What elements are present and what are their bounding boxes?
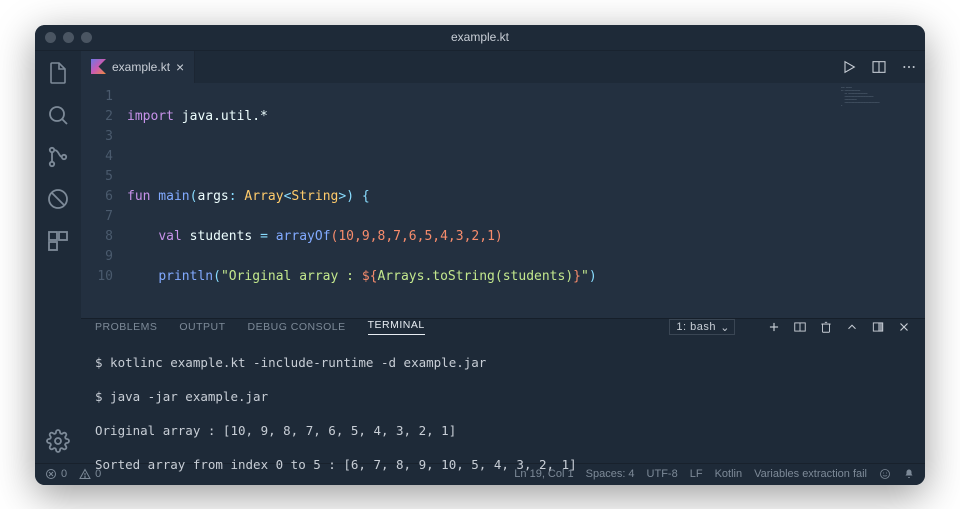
editor-area: example.kt × 1 [81,51,925,463]
tab-debug-console[interactable]: DEBUG CONSOLE [248,321,346,333]
activity-bar [35,51,81,463]
line-gutter: 1 2 3 4 5 6 7 8 9 10 [81,83,127,318]
panel-layout-icon[interactable] [871,320,885,334]
kotlin-file-icon [91,59,106,74]
source-control-icon[interactable] [46,145,70,169]
new-terminal-icon[interactable] [767,320,781,334]
extensions-icon[interactable] [46,229,70,253]
code-editor[interactable]: 1 2 3 4 5 6 7 8 9 10 import java.util.* … [81,83,925,318]
terminal-output[interactable]: $ kotlinc example.kt -include-runtime -d… [81,335,925,485]
debug-icon[interactable] [46,187,70,211]
search-icon[interactable] [46,103,70,127]
tab-problems[interactable]: PROBLEMS [95,321,157,333]
terminal-shell-select[interactable]: 1: bash ⌄ [669,319,735,335]
close-panel-icon[interactable] [897,320,911,334]
main-area: example.kt × 1 [35,51,925,463]
window: example.kt [35,25,925,485]
maximize-panel-icon[interactable] [845,320,859,334]
split-editor-icon[interactable] [871,59,887,75]
editor-tab[interactable]: example.kt × [81,51,195,83]
status-errors[interactable]: 0 [45,468,67,480]
more-icon[interactable] [901,59,917,75]
close-icon[interactable]: × [176,59,184,75]
run-icon[interactable] [841,59,857,75]
kill-terminal-icon[interactable] [819,320,833,334]
bottom-panel: PROBLEMS OUTPUT DEBUG CONSOLE TERMINAL 1… [81,318,925,463]
panel-tabs: PROBLEMS OUTPUT DEBUG CONSOLE TERMINAL 1… [81,319,925,335]
titlebar[interactable]: example.kt [35,25,925,51]
split-terminal-icon[interactable] [793,320,807,334]
tab-filename: example.kt [112,60,170,74]
tab-terminal[interactable]: TERMINAL [368,319,425,335]
window-title: example.kt [35,30,925,44]
tab-bar: example.kt × [81,51,925,83]
editor-actions [841,59,917,75]
code-content[interactable]: import java.util.* fun main(args: Array<… [127,83,925,318]
settings-gear-icon[interactable] [46,429,70,453]
tab-output[interactable]: OUTPUT [179,321,225,333]
minimap[interactable]: ▬▬▬ ▬▬▬▬▬▬▬ ▬▬▬▬▬▬▬▬▬▬▬▬▬ ▬▬ ▬▬▬▬▬▬▬▬▬▬▬… [841,87,921,147]
explorer-icon[interactable] [46,61,70,85]
